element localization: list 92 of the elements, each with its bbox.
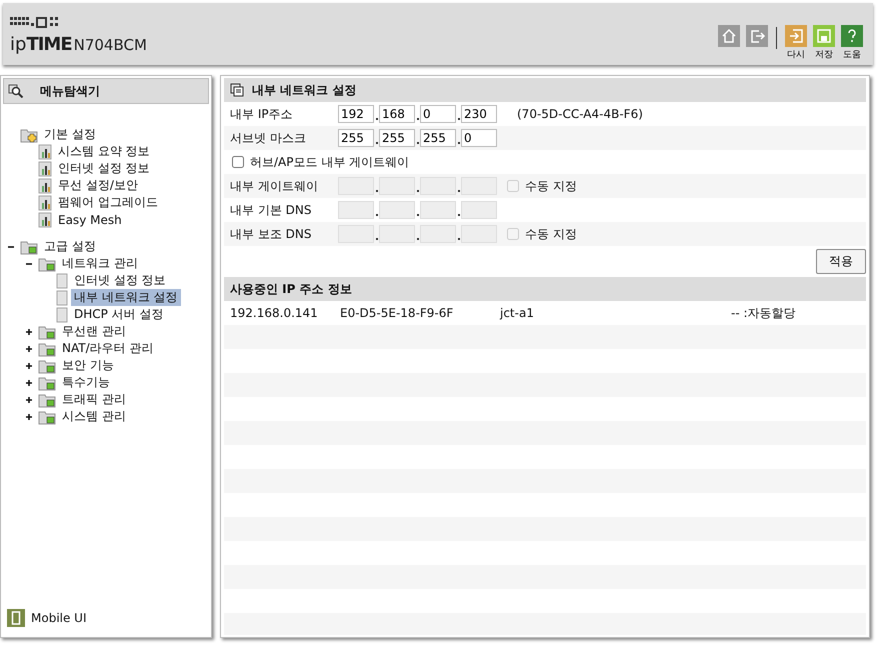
dot-separator	[376, 118, 378, 120]
dot-separator	[458, 190, 460, 192]
menu-item[interactable]: 기본 설정	[41, 126, 99, 143]
folder-icon	[38, 358, 56, 374]
menu-item[interactable]: 네트워크 관리	[59, 255, 141, 272]
dot-separator	[416, 142, 418, 144]
folder-icon	[38, 392, 56, 408]
page-icon	[56, 272, 68, 288]
menu-item[interactable]: 내부 네트워크 설정	[71, 289, 181, 306]
table-cell-text: E0-D5-5E-18-F9-6F	[340, 306, 454, 320]
dot-separator	[376, 190, 378, 192]
section-title: 사용중인 IP 주소 정보	[230, 280, 352, 298]
input-field[interactable]: 255	[379, 129, 415, 147]
table-cell-text: jct-a1	[500, 306, 535, 320]
menu-item[interactable]: Easy Mesh	[55, 212, 125, 226]
home-button[interactable]	[718, 25, 740, 47]
dot-separator	[416, 118, 418, 120]
page-icon	[56, 306, 68, 322]
dot-separator	[416, 190, 418, 192]
menu-item[interactable]: NAT/라우터 관리	[59, 340, 156, 357]
table-cell: -- :자동할당	[731, 304, 796, 322]
input-field[interactable]: 255	[420, 129, 456, 147]
logo-dots-icon	[10, 17, 60, 28]
model-name: N704BCM	[74, 36, 147, 54]
checkbox[interactable]	[232, 156, 244, 168]
folder-icon	[38, 374, 56, 390]
search-icon	[8, 84, 24, 98]
checkbox-label: 허브/AP모드 내부 게이트웨이	[250, 154, 410, 170]
redo-button[interactable]: 다시	[785, 25, 807, 61]
mobile-ui-link[interactable]: Mobile UI	[31, 611, 86, 625]
field-label: 내부 보조 DNS	[230, 226, 312, 242]
page-icon	[38, 194, 52, 210]
field-label: 내부 기본 DNS	[230, 202, 312, 218]
dot-separator	[458, 118, 460, 120]
sidebar-title: 메뉴탐색기	[40, 82, 100, 100]
folder-icon	[20, 126, 38, 142]
dot-separator	[376, 238, 378, 240]
input-field[interactable]: 168	[379, 105, 415, 123]
home-icon	[718, 25, 740, 47]
field-label: 내부 IP주소	[230, 106, 294, 122]
menu-item[interactable]: 트래픽 관리	[59, 391, 129, 408]
section-title: 내부 네트워크 설정	[252, 82, 356, 98]
folder-icon	[38, 256, 56, 272]
input-field[interactable]: 192	[338, 105, 374, 123]
folder-icon	[38, 324, 56, 340]
menu-item[interactable]: 펌웨어 업그레이드	[55, 194, 161, 211]
menu-item[interactable]: 특수기능	[59, 374, 113, 391]
save-icon	[813, 25, 835, 47]
mobile-icon	[7, 609, 25, 627]
table-cell-text: 192.168.0.141	[230, 306, 319, 320]
checkbox-label: 수동 지정	[525, 178, 577, 194]
input-field[interactable]: 230	[461, 105, 497, 123]
logout-icon	[746, 25, 768, 47]
menu-item[interactable]: 시스템 요약 정보	[55, 143, 153, 160]
input-field[interactable]: 0	[461, 129, 497, 147]
dot-separator	[416, 214, 418, 216]
folder-icon	[38, 340, 56, 356]
menu-item[interactable]: 고급 설정	[41, 238, 99, 255]
page-icon	[56, 290, 68, 306]
return-icon	[785, 25, 807, 47]
page-icon	[38, 212, 52, 228]
page-icon	[38, 178, 52, 194]
logout-button[interactable]	[746, 25, 768, 47]
page-icon	[38, 144, 52, 160]
menu-item[interactable]: 보안 기능	[59, 357, 117, 374]
input-field[interactable]: 255	[338, 129, 374, 147]
dot-separator	[376, 142, 378, 144]
menu-item[interactable]: 인터넷 설정 정보	[55, 160, 153, 177]
dot-separator	[458, 142, 460, 144]
menu-item[interactable]: DHCP 서버 설정	[71, 306, 167, 323]
save-button[interactable]: 저장	[813, 25, 835, 61]
dot-separator	[458, 238, 460, 240]
dot-separator	[416, 238, 418, 240]
menu-item[interactable]: 인터넷 설정 정보	[71, 272, 169, 289]
apply-button[interactable]: 적용	[816, 249, 866, 274]
field-label: 내부 게이트웨이	[230, 178, 319, 194]
checkbox-label: 수동 지정	[525, 226, 577, 242]
dot-separator	[458, 214, 460, 216]
menu-item[interactable]: 시스템 관리	[59, 408, 129, 425]
menu-item[interactable]: 무선 설정/보안	[55, 177, 141, 194]
help-icon	[841, 25, 863, 47]
menu-item[interactable]: 무선랜 관리	[59, 323, 129, 340]
input-field[interactable]: 0	[420, 105, 456, 123]
brand-logo: ipTIME	[10, 34, 72, 55]
help-button[interactable]: 도움	[841, 25, 863, 61]
dot-separator	[376, 214, 378, 216]
mac-address: (70-5D-CC-A4-4B-F6)	[517, 107, 643, 121]
window-icon	[230, 83, 244, 97]
field-label: 서브넷 마스크	[230, 130, 307, 146]
page-icon	[38, 160, 52, 176]
folder-icon	[38, 408, 56, 424]
folder-icon	[20, 238, 38, 254]
